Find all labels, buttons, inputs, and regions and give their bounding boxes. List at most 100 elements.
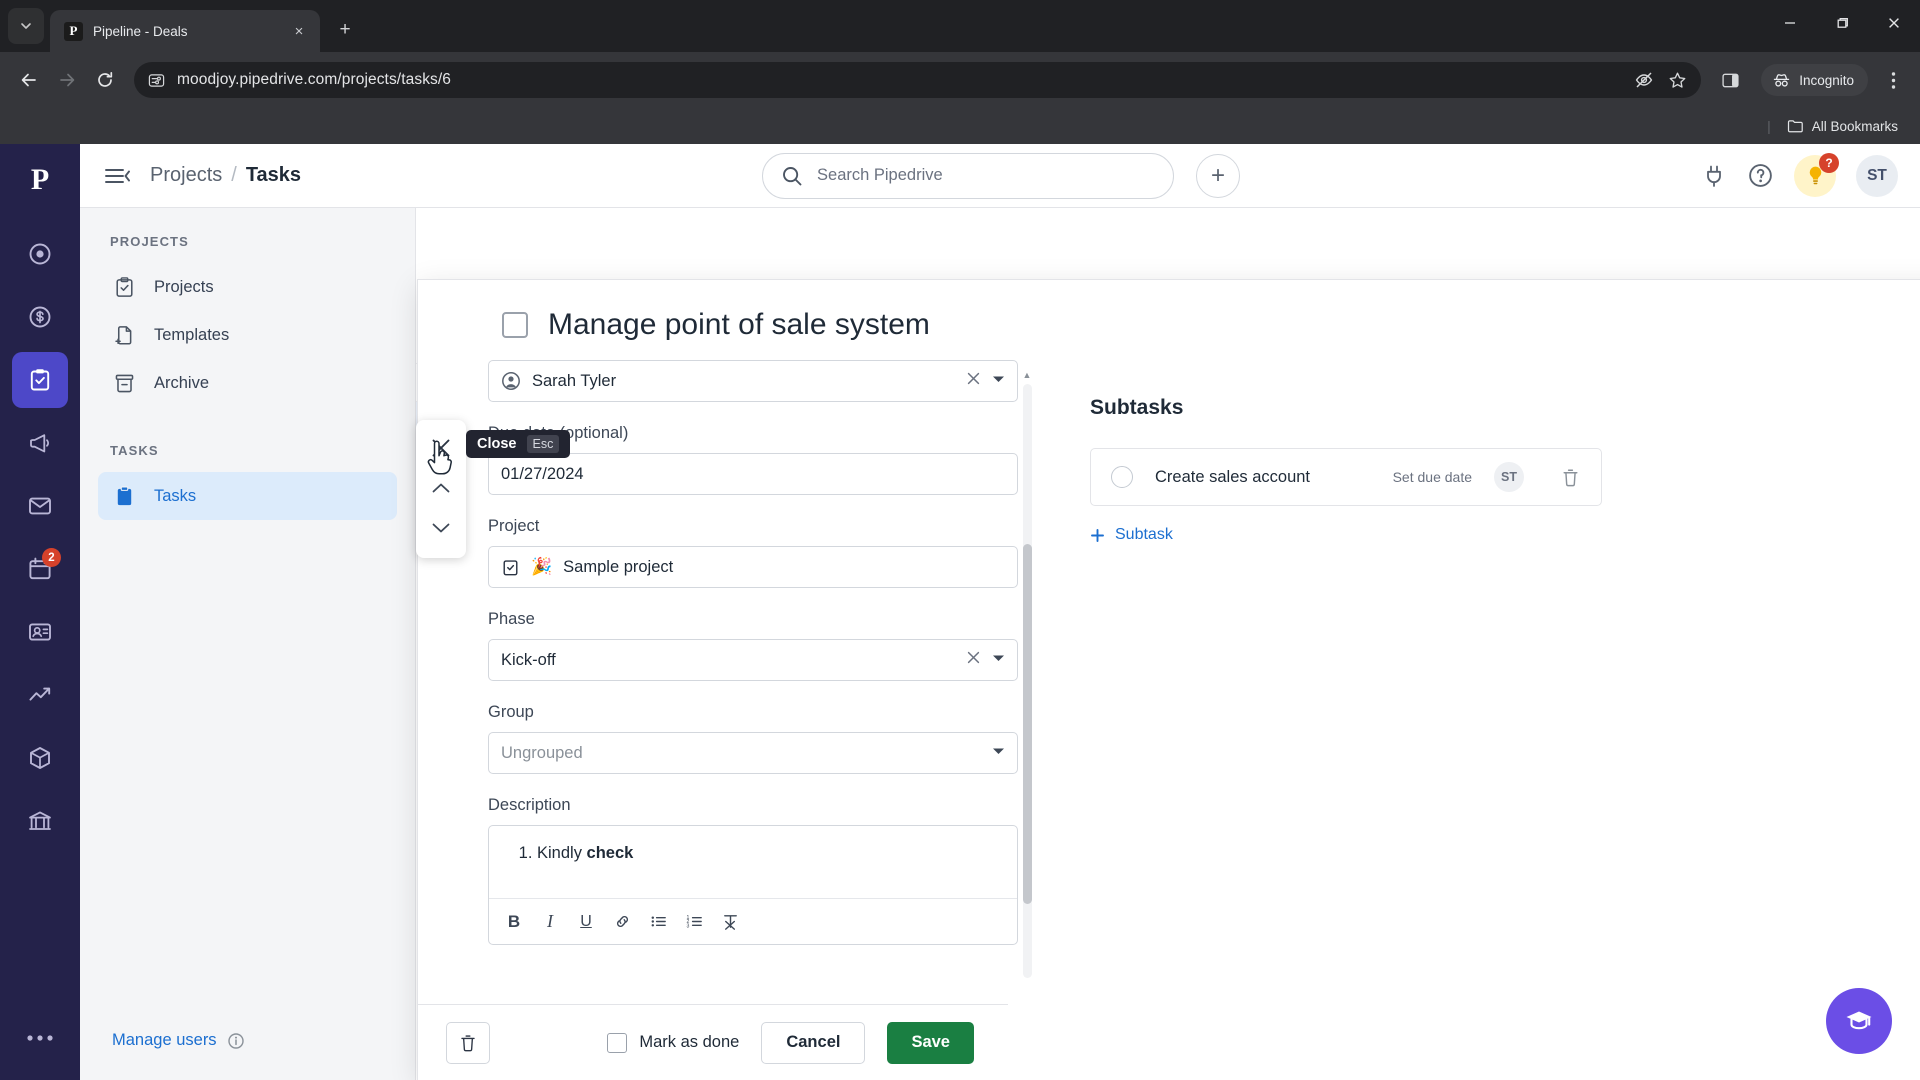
add-subtask-button[interactable]: Subtask: [1090, 526, 1920, 544]
add-subtask-label: Subtask: [1115, 526, 1173, 543]
side-nav-tasks-heading: TASKS: [110, 443, 159, 458]
search-icon: [783, 166, 802, 185]
rail-item-marketplace[interactable]: [12, 793, 68, 849]
back-arrow-icon[interactable]: [12, 63, 46, 97]
group-input[interactable]: Ungrouped: [488, 732, 1018, 774]
phase-input[interactable]: Kick-off: [488, 639, 1018, 681]
scroll-up-icon[interactable]: ▲: [1023, 370, 1032, 380]
address-bar[interactable]: moodjoy.pipedrive.com/projects/tasks/6: [134, 62, 1702, 98]
subtask-checkbox-icon[interactable]: [1111, 466, 1133, 488]
modal-title[interactable]: Manage point of sale system: [548, 308, 930, 342]
close-tooltip: Close Esc: [466, 430, 571, 458]
forward-arrow-icon[interactable]: [50, 63, 84, 97]
underline-icon[interactable]: U: [571, 907, 601, 937]
apps-icon[interactable]: [1701, 163, 1727, 189]
chevron-down-icon: [432, 523, 450, 533]
whats-new-button[interactable]: ?: [1794, 152, 1839, 197]
svg-text:3: 3: [686, 923, 689, 929]
sidebar-item-templates[interactable]: Templates: [98, 311, 397, 359]
megaphone-icon: [30, 434, 50, 453]
scrollbar-thumb[interactable]: [1022, 544, 1032, 904]
tab-close-icon[interactable]: ×: [288, 20, 310, 42]
mark-as-done-checkbox[interactable]: Mark as done: [607, 1032, 739, 1053]
browser-toolbar: moodjoy.pipedrive.com/projects/tasks/6 I…: [0, 52, 1920, 108]
description-editor[interactable]: Kindly check B I U: [488, 825, 1018, 945]
clear-assignee-icon[interactable]: [966, 371, 981, 391]
collapse-sidebar-icon[interactable]: [102, 161, 132, 191]
maximize-button[interactable]: [1816, 0, 1868, 46]
subtask-row[interactable]: Create sales account Set due date ST: [1090, 448, 1602, 506]
mark-done-box-icon[interactable]: [607, 1032, 628, 1053]
chevron-down-icon[interactable]: [992, 654, 1005, 666]
pipedrive-logo-icon[interactable]: P: [18, 158, 62, 202]
star-icon[interactable]: [1668, 71, 1687, 90]
save-button[interactable]: Save: [887, 1021, 974, 1064]
user-avatar[interactable]: ST: [1856, 154, 1898, 197]
manage-users-link[interactable]: Manage users: [98, 1031, 397, 1080]
chevron-down-icon[interactable]: [992, 747, 1005, 759]
project-emoji: 🎉: [531, 557, 553, 576]
side-panel-icon[interactable]: [1713, 63, 1747, 97]
sidebar-item-projects[interactable]: Projects: [98, 263, 397, 311]
rail-item-campaigns[interactable]: [12, 415, 68, 471]
box-icon: [30, 747, 50, 769]
link-icon[interactable]: [607, 907, 637, 937]
sidebar-item-archive[interactable]: Archive: [98, 359, 397, 407]
chevron-down-icon[interactable]: [992, 375, 1005, 387]
search-input[interactable]: Search Pipedrive: [762, 152, 1175, 199]
breadcrumb-parent[interactable]: Projects: [150, 164, 222, 187]
bold-icon[interactable]: B: [499, 907, 529, 937]
minimize-button[interactable]: [1764, 0, 1816, 46]
rail-item-contacts[interactable]: [12, 604, 68, 660]
sidebar-item-label: Tasks: [154, 486, 197, 505]
task-complete-checkbox[interactable]: [502, 312, 528, 338]
add-button[interactable]: +: [1196, 153, 1241, 198]
assignee-input[interactable]: Sarah Tyler: [488, 360, 1018, 402]
clear-phase-icon[interactable]: [966, 650, 981, 670]
italic-icon[interactable]: I: [535, 907, 565, 937]
tab-search-icon[interactable]: [8, 8, 44, 44]
kebab-menu-icon[interactable]: [1878, 63, 1908, 97]
all-bookmarks-item[interactable]: All Bookmarks: [1787, 118, 1898, 135]
scrollbar-track[interactable]: [1022, 384, 1032, 978]
delete-task-button[interactable]: [446, 1021, 490, 1064]
site-settings-icon[interactable]: [148, 72, 165, 89]
phase-value: Kick-off: [501, 650, 556, 669]
modal-scrollbar[interactable]: ▲: [1018, 360, 1036, 1004]
sidebar-item-label: Projects: [154, 277, 214, 296]
side-nav-spacer: [98, 520, 397, 1031]
description-content[interactable]: Kindly check: [489, 826, 1017, 898]
incognito-profile-pill[interactable]: Incognito: [1761, 64, 1868, 96]
bullet-list-icon[interactable]: [643, 907, 673, 937]
archive-icon: [112, 371, 136, 395]
subtask-due-date[interactable]: Set due date: [1393, 469, 1472, 485]
academy-fab-button[interactable]: [1826, 988, 1892, 1054]
numbered-list-icon[interactable]: 123: [679, 907, 709, 937]
project-input[interactable]: 🎉 Sample project: [488, 546, 1018, 588]
delete-subtask-icon[interactable]: [1560, 467, 1581, 488]
info-icon[interactable]: [227, 1032, 245, 1050]
eye-off-icon[interactable]: [1634, 70, 1654, 90]
cancel-button[interactable]: Cancel: [761, 1021, 866, 1064]
rail-item-activities[interactable]: 2: [12, 541, 68, 597]
rich-text-toolbar: B I U 1 2 3: [489, 898, 1017, 944]
rail-item-insights[interactable]: [12, 667, 68, 723]
new-tab-button[interactable]: +: [328, 13, 362, 47]
clear-format-icon[interactable]: [715, 907, 745, 937]
subtask-avatar[interactable]: ST: [1494, 462, 1524, 492]
rail-item-leads[interactable]: [12, 226, 68, 282]
close-window-button[interactable]: [1868, 0, 1920, 46]
rail-item-mail[interactable]: [12, 478, 68, 534]
due-date-input[interactable]: 01/27/2024: [488, 453, 1018, 495]
browser-tab[interactable]: P Pipeline - Deals ×: [50, 10, 320, 52]
rail-item-deals[interactable]: [12, 289, 68, 345]
sidebar-item-tasks[interactable]: Tasks: [98, 472, 397, 520]
rail-more-icon[interactable]: [26, 1018, 54, 1058]
rail-item-products[interactable]: [12, 730, 68, 786]
help-icon[interactable]: [1747, 162, 1774, 189]
project-value: Sample project: [563, 557, 674, 576]
rail-item-projects[interactable]: [12, 352, 68, 408]
mail-icon: [29, 497, 51, 515]
next-task-button[interactable]: [420, 508, 462, 548]
reload-icon[interactable]: [88, 63, 122, 97]
